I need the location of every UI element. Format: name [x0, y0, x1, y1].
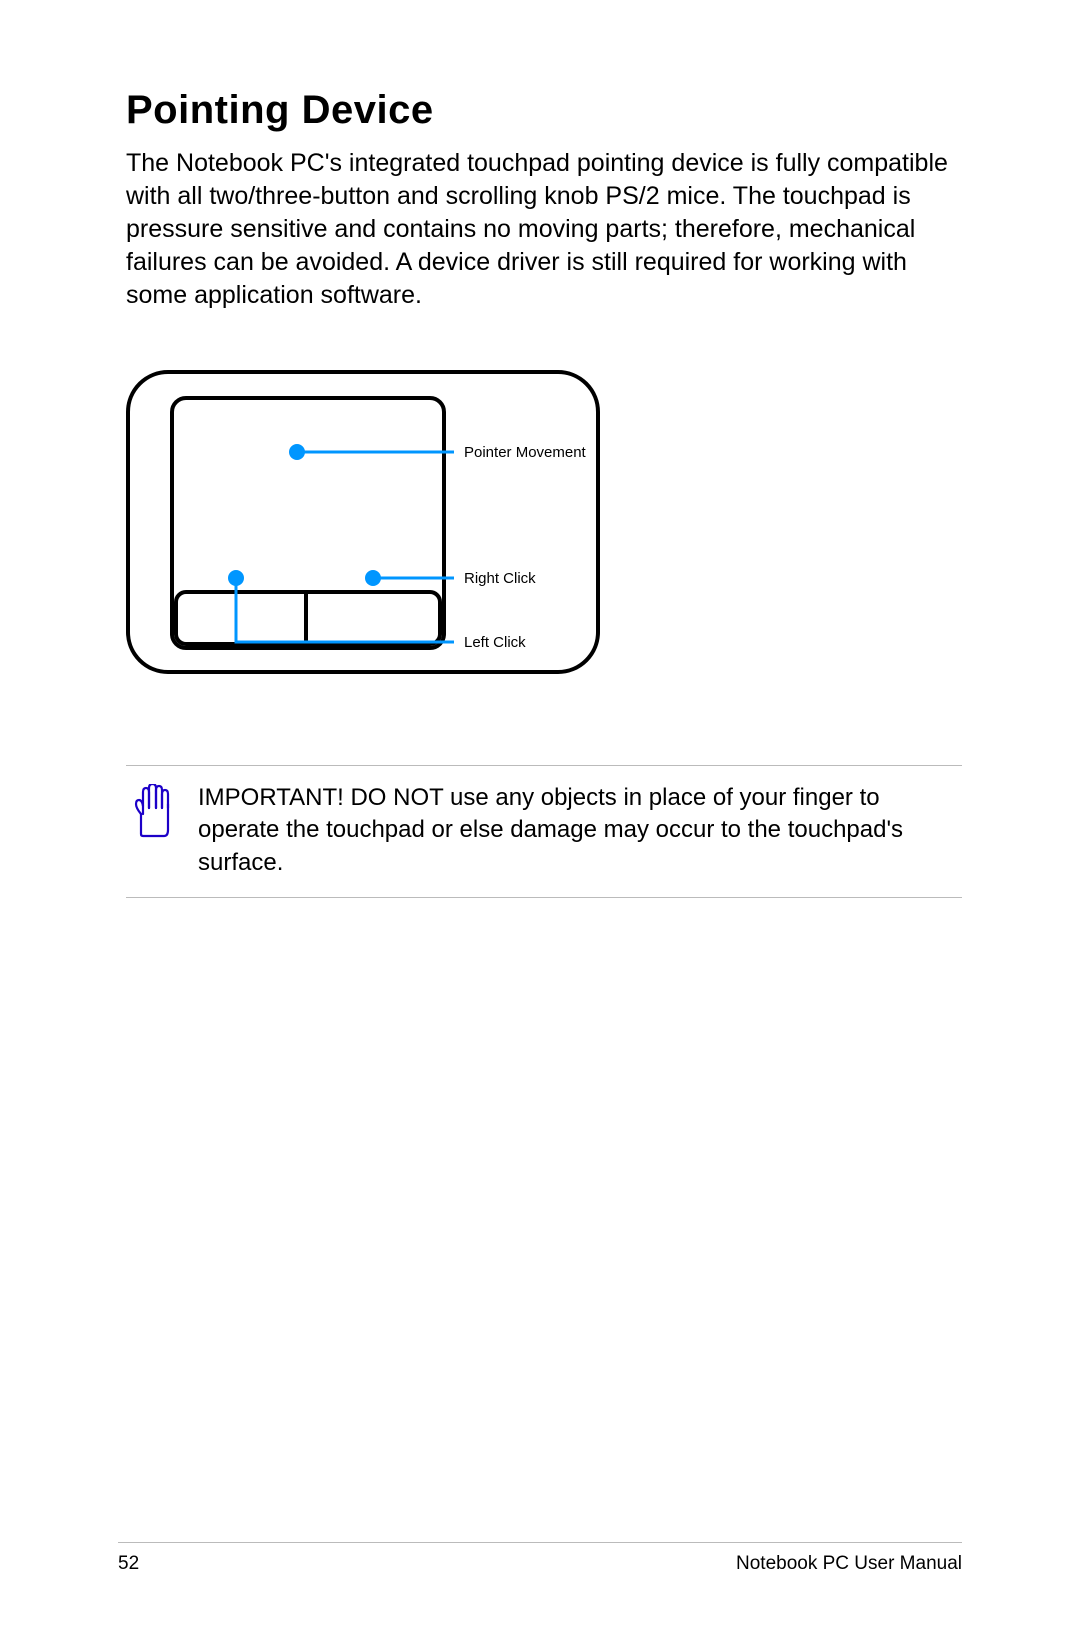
- footer-rule: [118, 1542, 962, 1543]
- page-number: 52: [118, 1553, 139, 1575]
- label-right-click: Right Click: [464, 570, 536, 587]
- label-left-click: Left Click: [464, 634, 526, 651]
- hand-stop-icon: [126, 782, 198, 838]
- page-title: Pointing Device: [126, 88, 962, 133]
- callout-right-click: Right Click: [365, 570, 536, 587]
- label-pointer-movement: Pointer Movement: [464, 444, 587, 461]
- important-callout: IMPORTANT! DO NOT use any objects in pla…: [126, 765, 962, 898]
- callout-pointer-movement: Pointer Movement: [289, 444, 587, 461]
- manual-page: Pointing Device The Notebook PC's integr…: [0, 0, 1080, 1627]
- important-callout-text: IMPORTANT! DO NOT use any objects in pla…: [198, 782, 962, 879]
- manual-name: Notebook PC User Manual: [736, 1553, 962, 1575]
- touchpad-diagram: Pointer Movement Right Click Left Click: [126, 370, 962, 695]
- body-paragraph: The Notebook PC's integrated touchpad po…: [126, 147, 962, 312]
- touchpad-svg: Pointer Movement Right Click Left Click: [126, 370, 726, 690]
